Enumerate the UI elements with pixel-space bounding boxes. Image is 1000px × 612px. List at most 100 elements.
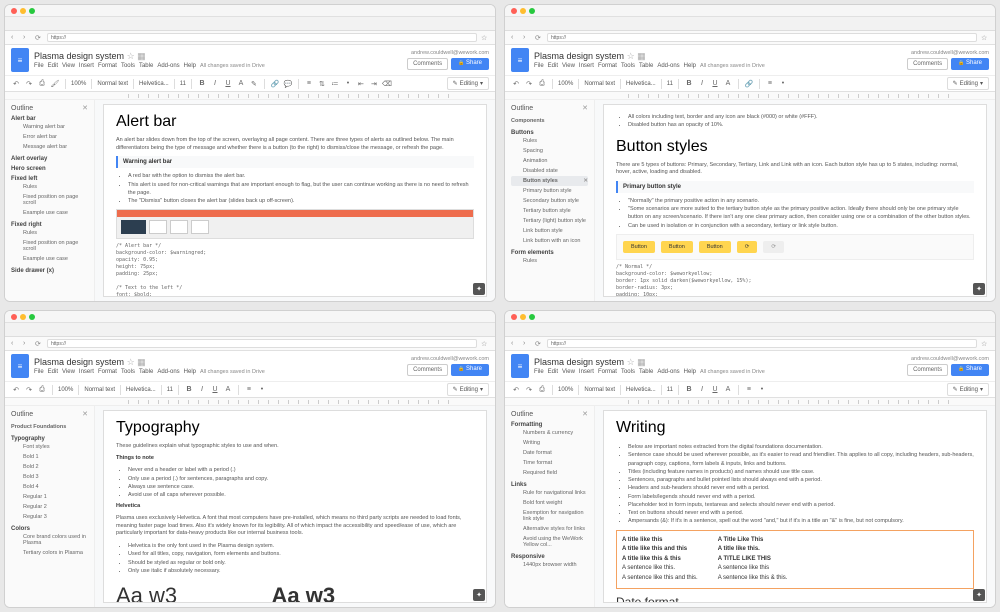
menu-file[interactable]: File xyxy=(534,369,544,375)
outline-item[interactable]: Bold 1 xyxy=(11,452,88,462)
close-outline-icon[interactable]: ✕ xyxy=(582,410,588,418)
redo-icon[interactable]: ↷ xyxy=(524,79,534,89)
outline-item[interactable]: Writing xyxy=(511,438,588,448)
forward-icon[interactable]: › xyxy=(523,340,531,348)
print-icon[interactable]: ⎙ xyxy=(537,385,547,395)
editing-mode-button[interactable]: ✎ Editing ▾ xyxy=(947,383,989,396)
outline-item[interactable]: Rule for navigational links xyxy=(511,488,588,498)
outline-item[interactable]: Bold 4 xyxy=(11,482,88,492)
reload-icon[interactable]: ⟳ xyxy=(35,34,43,42)
zoom-select[interactable]: 100% xyxy=(71,81,86,87)
outline-item[interactable]: Secondary button style xyxy=(511,196,588,206)
address-bar[interactable]: https:// xyxy=(47,339,477,348)
google-docs-icon[interactable]: ≡ xyxy=(11,48,29,72)
link-icon[interactable]: 🔗 xyxy=(270,79,280,89)
share-button[interactable]: 🔒 Share xyxy=(951,58,989,70)
back-icon[interactable]: ‹ xyxy=(11,340,19,348)
star-icon[interactable]: ☆ xyxy=(981,34,989,42)
text-color-icon[interactable]: A xyxy=(723,385,733,395)
font-size-select[interactable]: 11 xyxy=(180,81,186,87)
menu-addons[interactable]: Add-ons xyxy=(157,369,179,375)
explore-button[interactable]: ✦ xyxy=(473,283,485,295)
align-icon[interactable]: ≡ xyxy=(765,79,775,89)
horizontal-ruler[interactable] xyxy=(505,398,995,406)
bold-icon[interactable]: B xyxy=(684,385,694,395)
menu-file[interactable]: File xyxy=(534,63,544,69)
menu-format[interactable]: Format xyxy=(598,63,617,69)
zoom-select[interactable]: 100% xyxy=(558,81,573,87)
outline-item[interactable]: Bold 3 xyxy=(11,472,88,482)
close-window-icon[interactable] xyxy=(511,314,517,320)
outline-item[interactable]: Spacing xyxy=(511,146,588,156)
menu-help[interactable]: Help xyxy=(684,63,696,69)
forward-icon[interactable]: › xyxy=(523,34,531,42)
outline-item[interactable]: Primary button style xyxy=(511,186,588,196)
share-button[interactable]: 🔒 Share xyxy=(951,364,989,376)
horizontal-ruler[interactable] xyxy=(5,398,495,406)
back-icon[interactable]: ‹ xyxy=(511,34,519,42)
outline-item[interactable]: Regular 2 xyxy=(11,502,88,512)
menu-tools[interactable]: Tools xyxy=(621,63,635,69)
menu-insert[interactable]: Insert xyxy=(579,63,594,69)
editing-mode-button[interactable]: ✎ Editing ▾ xyxy=(447,383,489,396)
bold-icon[interactable]: B xyxy=(684,79,694,89)
document-page[interactable]: Alert bar An alert bar slides down from … xyxy=(103,104,487,297)
menu-help[interactable]: Help xyxy=(184,63,196,69)
minimize-window-icon[interactable] xyxy=(20,314,26,320)
italic-icon[interactable]: I xyxy=(197,385,207,395)
outline-item[interactable]: Example use case xyxy=(11,208,88,218)
outline-item[interactable]: Rules xyxy=(11,228,88,238)
outline-item[interactable]: Tertiary colors in Plasma xyxy=(11,548,88,558)
forward-icon[interactable]: › xyxy=(23,340,31,348)
menu-format[interactable]: Format xyxy=(98,369,117,375)
maximize-window-icon[interactable] xyxy=(29,314,35,320)
menu-insert[interactable]: Insert xyxy=(79,63,94,69)
list-icon[interactable]: • xyxy=(757,385,767,395)
outline-section[interactable]: Alert overlay xyxy=(11,156,88,162)
menu-edit[interactable]: Edit xyxy=(548,63,558,69)
outline-item[interactable]: Required field xyxy=(511,468,588,478)
outline-item[interactable]: Link button with an icon xyxy=(511,236,588,246)
align-icon[interactable]: ≡ xyxy=(244,385,254,395)
editing-mode-button[interactable]: ✎ Editing ▾ xyxy=(447,77,489,90)
explore-button[interactable]: ✦ xyxy=(473,589,485,601)
list-icon[interactable]: • xyxy=(257,385,267,395)
menu-file[interactable]: File xyxy=(34,369,44,375)
google-docs-icon[interactable]: ≡ xyxy=(11,354,29,378)
redo-icon[interactable]: ↷ xyxy=(24,385,34,395)
outline-section[interactable]: Hero screen xyxy=(11,166,88,172)
comment-icon[interactable]: 💬 xyxy=(283,79,293,89)
undo-icon[interactable]: ↶ xyxy=(511,79,521,89)
explore-button[interactable]: ✦ xyxy=(973,283,985,295)
outline-item[interactable]: Bold font weight xyxy=(511,498,588,508)
underline-icon[interactable]: U xyxy=(210,385,220,395)
outline-item[interactable]: Link button style xyxy=(511,226,588,236)
forward-icon[interactable]: › xyxy=(23,34,31,42)
document-title[interactable]: Plasma design system ☆ ▦ xyxy=(534,357,902,368)
back-icon[interactable]: ‹ xyxy=(511,340,519,348)
menu-format[interactable]: Format xyxy=(98,63,117,69)
outline-item-active[interactable]: Button styles ✕ xyxy=(511,176,588,186)
outline-item[interactable]: Message alert bar xyxy=(11,142,88,152)
print-icon[interactable]: ⎙ xyxy=(37,79,47,89)
align-icon[interactable]: ≡ xyxy=(744,385,754,395)
font-size-select[interactable]: 11 xyxy=(667,81,673,87)
star-icon[interactable]: ☆ xyxy=(481,34,489,42)
font-select[interactable]: Helvetica... xyxy=(626,387,656,393)
editing-mode-button[interactable]: ✎ Editing ▾ xyxy=(947,77,989,90)
outline-item[interactable]: Core brand colors used in Plasma xyxy=(11,532,88,548)
menu-table[interactable]: Table xyxy=(139,63,153,69)
menu-tools[interactable]: Tools xyxy=(121,369,135,375)
outline-item[interactable]: Regular 1 xyxy=(11,492,88,502)
outline-item[interactable]: Exemption for navigation link style xyxy=(511,508,588,524)
comments-button[interactable]: Comments xyxy=(407,58,448,70)
outline-item[interactable]: Rules xyxy=(511,256,588,266)
outline-item[interactable]: Avoid using the WeWork Yellow col... xyxy=(511,534,588,550)
menu-edit[interactable]: Edit xyxy=(48,63,58,69)
list-icon[interactable]: • xyxy=(778,79,788,89)
close-window-icon[interactable] xyxy=(511,8,517,14)
reload-icon[interactable]: ⟳ xyxy=(535,34,543,42)
minimize-window-icon[interactable] xyxy=(520,8,526,14)
print-icon[interactable]: ⎙ xyxy=(537,79,547,89)
address-bar[interactable]: https:// xyxy=(547,33,977,42)
